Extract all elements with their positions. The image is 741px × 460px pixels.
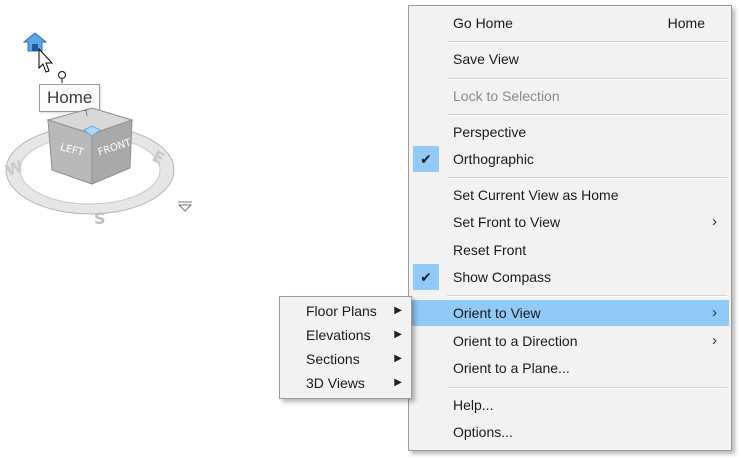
submenu-item-sections[interactable]: Sections ▶: [281, 347, 410, 371]
submenu-item-floor-plans[interactable]: Floor Plans ▶: [281, 299, 410, 323]
menu-item-label: Set Current View as Home: [453, 187, 619, 203]
menu-item-reset-front[interactable]: Reset Front: [411, 237, 729, 263]
chevron-right-icon: ›: [712, 332, 717, 349]
menu-item-shortcut: Home: [667, 15, 705, 31]
menu-item-lock-to-selection[interactable]: Lock to Selection: [411, 83, 729, 109]
menu-separator: [447, 177, 727, 179]
menu-item-label: Orient to a Plane...: [453, 360, 570, 376]
menu-item-label: Orient to View: [453, 305, 541, 321]
menu-item-label: Help...: [453, 397, 494, 413]
menu-item-orient-to-a-plane[interactable]: Orient to a Plane...: [411, 355, 729, 381]
menu-separator: [447, 41, 727, 43]
triangle-right-icon: ▶: [394, 305, 402, 316]
viewcube-graphic[interactable]: LEFT FRONT T W S E: [0, 90, 200, 230]
submenu-item-label: Elevations: [306, 327, 371, 343]
chevron-right-icon: ›: [712, 304, 717, 321]
menu-item-save-view[interactable]: Save View: [411, 46, 729, 72]
menu-item-label: Orient to a Direction: [453, 333, 578, 349]
viewcube-context-menu: Go Home Home Save View Lock to Selection…: [408, 5, 732, 451]
submenu-item-label: 3D Views: [306, 375, 365, 391]
menu-item-perspective[interactable]: Perspective: [411, 119, 729, 145]
submenu-item-elevations[interactable]: Elevations ▶: [281, 323, 410, 347]
viewcube-menu-arrow-icon[interactable]: [177, 201, 193, 212]
submenu-item-label: Sections: [306, 351, 360, 367]
menu-item-label: Orthographic: [453, 151, 534, 167]
submenu-item-3d-views[interactable]: 3D Views ▶: [281, 371, 410, 395]
menu-item-orient-to-a-direction[interactable]: Orient to a Direction ›: [411, 328, 729, 354]
menu-item-show-compass[interactable]: ✔ Show Compass: [411, 264, 729, 290]
menu-item-set-front-to-view[interactable]: Set Front to View ›: [411, 209, 729, 235]
menu-item-label: Save View: [453, 51, 519, 67]
menu-separator: [447, 295, 727, 297]
menu-item-label: Go Home: [453, 15, 513, 31]
submenu-item-label: Floor Plans: [306, 303, 377, 319]
menu-item-orthographic[interactable]: ✔ Orthographic: [411, 146, 729, 172]
menu-item-set-current-view-as-home[interactable]: Set Current View as Home: [411, 182, 729, 208]
menu-item-label: Perspective: [453, 124, 527, 140]
menu-item-options[interactable]: Options...: [411, 419, 729, 445]
menu-item-label: Set Front to View: [453, 214, 561, 230]
triangle-right-icon: ▶: [394, 377, 402, 388]
check-icon: ✔: [413, 264, 439, 290]
menu-separator: [447, 114, 727, 116]
menu-item-label: Options...: [453, 424, 513, 440]
viewcube-widget[interactable]: Home LEFT FRONT T W S E: [0, 0, 210, 240]
menu-separator: [447, 78, 727, 80]
menu-item-go-home[interactable]: Go Home Home: [411, 10, 729, 36]
triangle-right-icon: ▶: [394, 353, 402, 364]
pin-icon: [57, 70, 67, 83]
orient-to-view-submenu: Floor Plans ▶ Elevations ▶ Sections ▶ 3D…: [279, 296, 412, 399]
menu-item-label: Reset Front: [453, 242, 527, 258]
menu-item-help[interactable]: Help...: [411, 392, 729, 418]
compass-south[interactable]: S: [94, 209, 106, 228]
chevron-right-icon: ›: [712, 213, 717, 230]
menu-item-label: Lock to Selection: [453, 88, 560, 104]
triangle-right-icon: ▶: [394, 329, 402, 340]
check-icon: ✔: [413, 146, 439, 172]
menu-item-orient-to-view[interactable]: Orient to View ›: [411, 300, 729, 326]
menu-item-label: Show Compass: [453, 269, 552, 285]
menu-separator: [447, 387, 727, 389]
mouse-cursor-icon: [38, 48, 54, 73]
